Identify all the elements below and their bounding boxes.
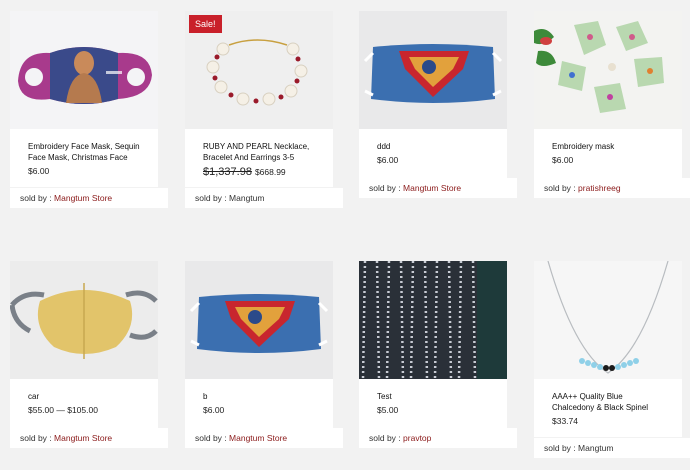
product-price: $1,337.98 $668.99	[203, 166, 317, 178]
seller-prefix: sold by :	[20, 433, 55, 443]
product-image[interactable]	[359, 261, 507, 379]
product-title[interactable]: ddd	[377, 141, 491, 152]
seller-prefix: sold by :	[195, 193, 230, 203]
seller-line: sold by : pratishreeg	[534, 178, 690, 198]
product-price: $55.00 — $105.00	[28, 405, 98, 415]
seller-link[interactable]: Mangtum Store	[403, 183, 461, 193]
product-title[interactable]: Test	[377, 391, 491, 402]
product-card[interactable]: ddd $6.00	[359, 11, 507, 187]
seller-link[interactable]: Mangtum Store	[54, 433, 112, 443]
seller-link[interactable]: pratishreeg	[578, 183, 621, 193]
seller-line: sold by : Mangtum Store	[185, 428, 343, 448]
seller-prefix: sold by :	[20, 193, 55, 203]
product-image[interactable]	[534, 11, 682, 129]
product-image[interactable]	[534, 261, 682, 379]
seller-line: sold by : pravtop	[359, 428, 517, 448]
product-image[interactable]	[10, 261, 158, 379]
product-price: $6.00	[377, 155, 399, 165]
product-title[interactable]: AAA++ Quality Blue Chalcedony & Black Sp…	[552, 391, 666, 413]
seller-link[interactable]: pravtop	[403, 433, 431, 443]
product-card[interactable]: AAA++ Quality Blue Chalcedony & Black Sp…	[534, 261, 682, 437]
seller-line: sold by : Mangtum Store	[10, 188, 168, 208]
product-card[interactable]: Embroidery Face Mask, Sequin Face Mask, …	[10, 11, 158, 187]
product-image[interactable]	[359, 11, 507, 129]
product-price: $6.00	[203, 405, 225, 415]
seller-prefix: sold by :	[544, 183, 579, 193]
product-card[interactable]: Test $5.00	[359, 261, 507, 437]
seller-name: Mangtum	[229, 193, 265, 203]
seller-name: Mangtum	[578, 443, 614, 453]
sale-badge: Sale!	[189, 15, 222, 33]
product-card[interactable]: car $55.00 — $105.00	[10, 261, 158, 437]
seller-line: sold by : Mangtum	[185, 188, 343, 208]
product-price: $33.74	[552, 416, 578, 426]
product-image[interactable]	[10, 11, 158, 129]
product-image[interactable]: Sale!	[185, 11, 333, 129]
product-title[interactable]: Embroidery Face Mask, Sequin Face Mask, …	[28, 141, 142, 163]
product-price: $6.00	[552, 155, 574, 165]
product-title[interactable]: RUBY AND PEARL Necklace, Bracelet And Ea…	[203, 141, 317, 163]
product-card[interactable]: b $6.00	[185, 261, 333, 437]
product-grid: Embroidery Face Mask, Sequin Face Mask, …	[0, 0, 690, 470]
product-title[interactable]: b	[203, 391, 317, 402]
product-price: $6.00	[28, 166, 50, 176]
product-card[interactable]: Sale! RUBY AND PEARL Necklace, Bracelet …	[185, 11, 333, 187]
seller-prefix: sold by :	[195, 433, 230, 443]
seller-prefix: sold by :	[369, 183, 404, 193]
seller-line: sold by : Mangtum Store	[359, 178, 517, 198]
seller-line: sold by : Mangtum Store	[10, 428, 168, 448]
seller-link[interactable]: Mangtum Store	[54, 193, 112, 203]
seller-line: sold by : Mangtum	[534, 438, 690, 458]
product-title[interactable]: car	[28, 391, 142, 402]
product-title[interactable]: Embroidery mask	[552, 141, 666, 152]
product-image[interactable]	[185, 261, 333, 379]
seller-prefix: sold by :	[369, 433, 404, 443]
sale-price: $668.99	[254, 167, 286, 177]
product-price: $5.00	[377, 405, 399, 415]
product-card[interactable]: Embroidery mask $6.00	[534, 11, 682, 187]
seller-prefix: sold by :	[544, 443, 579, 453]
original-price: $1,337.98	[203, 166, 252, 178]
seller-link[interactable]: Mangtum Store	[229, 433, 287, 443]
